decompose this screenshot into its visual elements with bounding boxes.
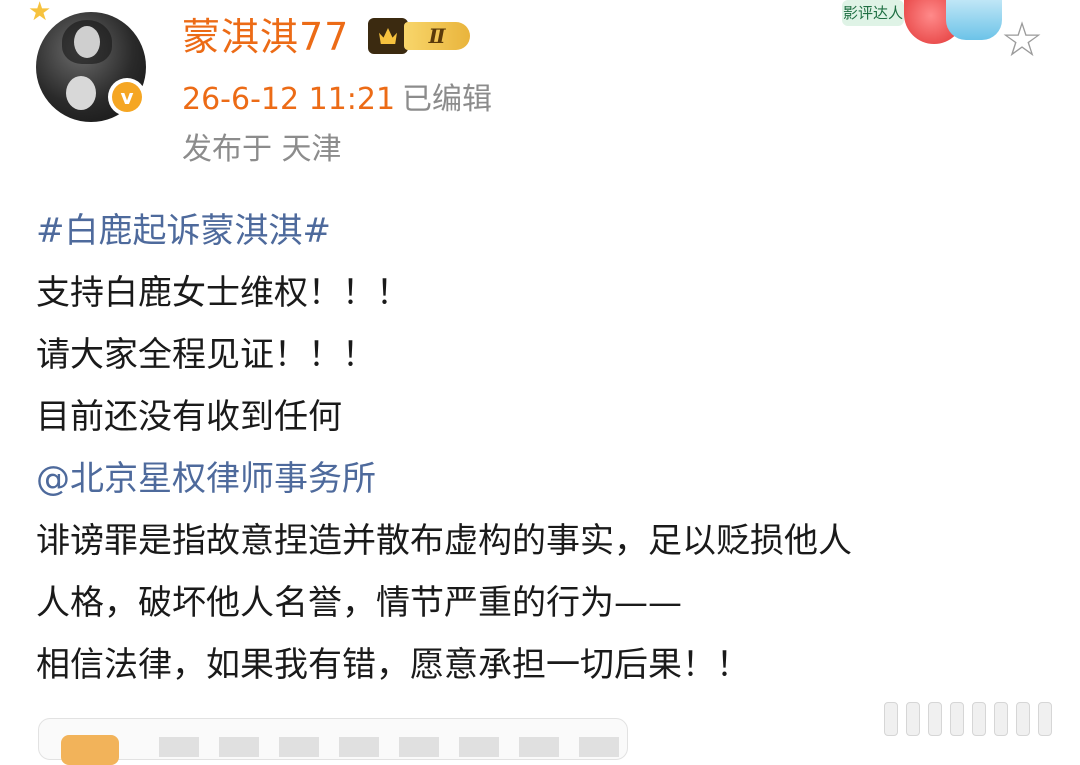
- card-text-placeholder: [159, 737, 629, 757]
- watermark: [884, 696, 1074, 740]
- watermark-bar: [972, 702, 986, 736]
- member-level-badge[interactable]: Ⅱ: [368, 18, 472, 54]
- watermark-bar: [1038, 702, 1052, 736]
- avatar-face-bottom: [66, 76, 96, 110]
- post-line: 支持白鹿女士维权！！！: [36, 273, 410, 313]
- edited-label[interactable]: 已编辑: [402, 80, 492, 120]
- wave-icon: [946, 0, 1002, 40]
- embedded-card[interactable]: [38, 718, 629, 765]
- verified-badge: v: [108, 78, 146, 116]
- crown-gem: [379, 28, 397, 44]
- level-number: Ⅱ: [404, 22, 470, 50]
- post-timestamp[interactable]: 26-6-12 11:21: [182, 80, 395, 120]
- title-decoration: 影评达人: [842, 0, 1002, 46]
- post-line: 诽谤罪是指故意捏造并散布虚构的事实，足以贬损他人: [36, 521, 852, 561]
- mention-link[interactable]: @北京星权律师事务所: [36, 448, 1066, 510]
- watermark-bar: [1016, 702, 1030, 736]
- post-body: #白鹿起诉蒙淇淇# 支持白鹿女士维权！！！ 请大家全程见证！！！ 目前还没有收到…: [36, 200, 1066, 696]
- watermark-bar: [994, 702, 1008, 736]
- post-line: 人格，破坏他人名誉，情节严重的行为——: [36, 583, 682, 623]
- avatar-face-top: [74, 26, 100, 58]
- watermark-bar: [884, 702, 898, 736]
- star-outline-icon[interactable]: ☆: [996, 14, 1048, 66]
- verified-icon: v: [112, 82, 142, 112]
- post-location: 发布于 天津: [182, 132, 342, 167]
- watermark-bar: [906, 702, 920, 736]
- username[interactable]: 蒙淇淇77: [182, 14, 349, 60]
- watermark-bar: [950, 702, 964, 736]
- star-decoration-icon: ★: [28, 0, 52, 27]
- post-line: 请大家全程见证！！！: [36, 335, 376, 375]
- hashtag-link[interactable]: #白鹿起诉蒙淇淇#: [36, 200, 1066, 262]
- watermark-bar: [928, 702, 942, 736]
- title-badge: 影评达人: [842, 0, 904, 26]
- post-line: 相信法律，如果我有错，愿意承担一切后果！！: [36, 645, 750, 685]
- post-line: 目前还没有收到任何: [36, 397, 342, 437]
- crown-icon: [368, 18, 408, 54]
